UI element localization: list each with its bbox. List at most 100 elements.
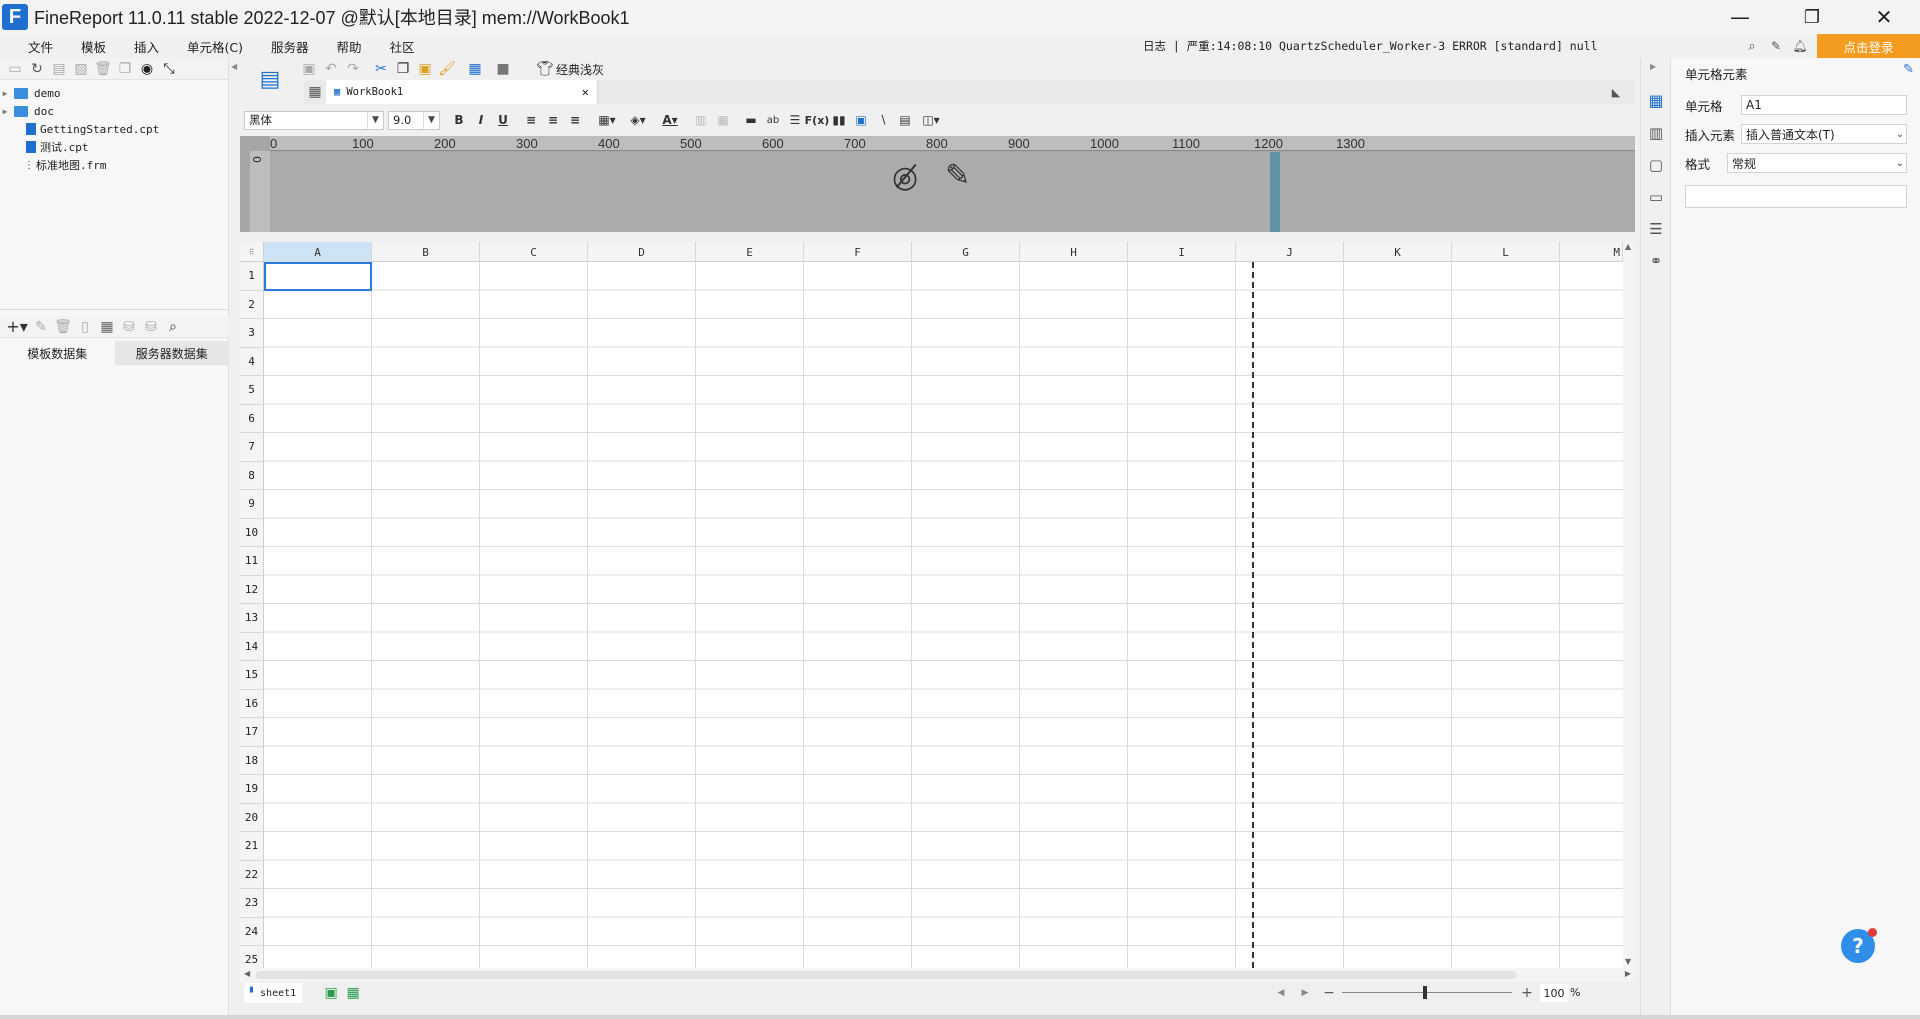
expand-icon[interactable]: ▶ [0,89,10,98]
row-header[interactable]: 1 [240,262,264,291]
column-header[interactable]: E [696,242,804,262]
preview-icon[interactable]: ■ [492,58,514,80]
cell-grid[interactable] [264,262,1623,968]
bell-icon[interactable]: 🔔︎ [1790,36,1810,56]
row-header[interactable]: 24 [240,917,264,946]
column-header[interactable]: B [372,242,480,262]
menu-help[interactable]: 帮助 [325,34,374,58]
template-param-icon[interactable]: ▦ [464,58,486,80]
row-header[interactable]: 14 [240,632,264,661]
database-icon[interactable]: ⛁ [118,316,140,338]
column-header[interactable]: H [1020,242,1128,262]
zoom-in-icon[interactable]: + [1516,982,1538,1004]
select-all-corner[interactable]: ⠿ [240,242,264,262]
row-header[interactable]: 18 [240,746,264,775]
row-header[interactable]: 22 [240,860,264,889]
expand-icon[interactable]: ▶ [0,107,10,116]
new-report-icon[interactable]: ▦ [304,81,326,103]
column-header[interactable]: J [1236,242,1344,262]
row-header[interactable]: 17 [240,718,264,747]
tab-list-icon[interactable]: ◣ [1605,81,1627,103]
font-family-select[interactable]: 黑体 ▼ [244,110,384,130]
add-report-sheet-icon[interactable]: ▦ [342,982,364,1004]
row-header[interactable]: 6 [240,404,264,433]
row-header[interactable]: 8 [240,461,264,490]
scroll-up-icon[interactable]: ▲ [1625,242,1631,251]
next-sheet-icon[interactable]: ▶ [1294,982,1316,1004]
tree-item-map[interactable]: ⋮ 标准地图.frm [0,156,228,174]
row-header[interactable]: 4 [240,347,264,376]
row-header[interactable]: 2 [240,290,264,319]
align-center-icon[interactable]: ≡ [542,109,564,131]
sheet-tab[interactable]: ▘ sheet1 [244,983,303,1003]
float-element-icon[interactable]: ◫▾ [916,109,946,131]
align-left-icon[interactable]: ≡ [520,109,542,131]
theme-label[interactable]: 经典浅灰 [556,61,604,78]
sql-icon[interactable]: ▦ [96,316,118,338]
collapse-left-icon[interactable]: ◀ [231,62,237,71]
cell-element-icon[interactable]: ▦ [1645,90,1667,112]
copy-icon[interactable]: ❐ [114,58,136,80]
scroll-left-icon[interactable]: ◀ [244,969,250,978]
horizontal-scrollbar[interactable]: ◀ ▶ [240,968,1635,982]
edit-note-icon[interactable]: ✎ [1766,36,1786,56]
edit-icon[interactable]: ✎ [30,316,52,338]
vertical-scrollbar[interactable]: ▲ ▼ [1623,242,1635,968]
row-header[interactable]: 13 [240,604,264,633]
lock-icon[interactable]: ▧ [70,58,92,80]
bold-icon[interactable]: B [448,109,470,131]
column-header[interactable]: I [1128,242,1236,262]
chart-icon[interactable]: ▮▮ [828,109,850,131]
float-element-icon[interactable]: ▢ [1645,154,1667,176]
pencil-edit-icon[interactable]: ✎ [945,158,970,193]
cut-icon[interactable]: ✂ [370,58,392,80]
row-header[interactable]: 23 [240,889,264,918]
format-select[interactable]: 常规 ⌄ [1727,153,1907,173]
column-header[interactable]: C [480,242,588,262]
border-icon[interactable]: ▦▾ [592,109,622,131]
row-header[interactable]: 15 [240,661,264,690]
horizontal-scroll-thumb[interactable] [256,971,1516,979]
hyperlink-icon[interactable]: ⚭ [1645,250,1667,272]
add-dataset-icon[interactable]: +▾ [4,316,30,338]
row-header[interactable]: 7 [240,433,264,462]
align-right-icon[interactable]: ≡ [564,109,586,131]
menu-cell[interactable]: 单元格(C) [175,34,255,58]
text-field-icon[interactable]: ▬ [740,109,762,131]
unmerge-cells-icon[interactable]: ▦ [712,109,734,131]
column-header[interactable]: D [588,242,696,262]
close-tab-icon[interactable]: ✕ [582,85,589,99]
cell-name-input[interactable]: A1 [1741,95,1907,115]
scroll-right-icon[interactable]: ▶ [1625,969,1631,978]
format-painter-icon[interactable]: 🖌︎ [436,58,458,80]
locate-icon[interactable]: ◉ [136,58,158,80]
fill-color-icon[interactable]: ◈▾ [622,109,654,131]
scroll-down-icon[interactable]: ▼ [1625,957,1631,966]
hide-eye-icon[interactable]: ◎̸ [892,160,918,195]
rich-text-icon[interactable]: ☰ [784,109,806,131]
tree-item-test[interactable]: 测试.cpt [0,138,228,156]
insert-text-icon[interactable]: ab [762,109,784,131]
left-splitter[interactable]: ◀ [229,58,240,1015]
preview-icon[interactable]: ▯ [74,316,96,338]
pencil-icon[interactable]: ✎ [1903,62,1914,77]
zoom-slider-thumb[interactable] [1423,986,1427,999]
maximize-button[interactable]: ❐ [1782,0,1842,34]
theme-icon[interactable]: 👕︎ [534,58,556,80]
prev-sheet-icon[interactable]: ◀ [1270,982,1292,1004]
insert-element-select[interactable]: 插入普通文本(T) ⌄ [1741,124,1907,144]
menu-file[interactable]: 文件 [16,34,65,58]
zoom-out-icon[interactable]: − [1318,982,1340,1004]
image-icon[interactable]: ▣ [850,109,872,131]
tab-workbook1[interactable]: ▦ WorkBook1 ✕ [326,80,598,104]
row-header[interactable]: 10 [240,518,264,547]
row-header[interactable]: 11 [240,547,264,576]
database-refresh-icon[interactable]: ⛁ [140,316,162,338]
delete-icon[interactable]: 🗑︎ [92,58,114,80]
refresh-icon[interactable]: ↻ [26,58,48,80]
row-header[interactable]: 16 [240,689,264,718]
subreport-icon[interactable]: ▤ [894,109,916,131]
column-header[interactable]: A [264,242,372,262]
condition-icon[interactable]: ☰ [1645,218,1667,240]
new-folder-icon[interactable]: ▭ [4,58,26,80]
